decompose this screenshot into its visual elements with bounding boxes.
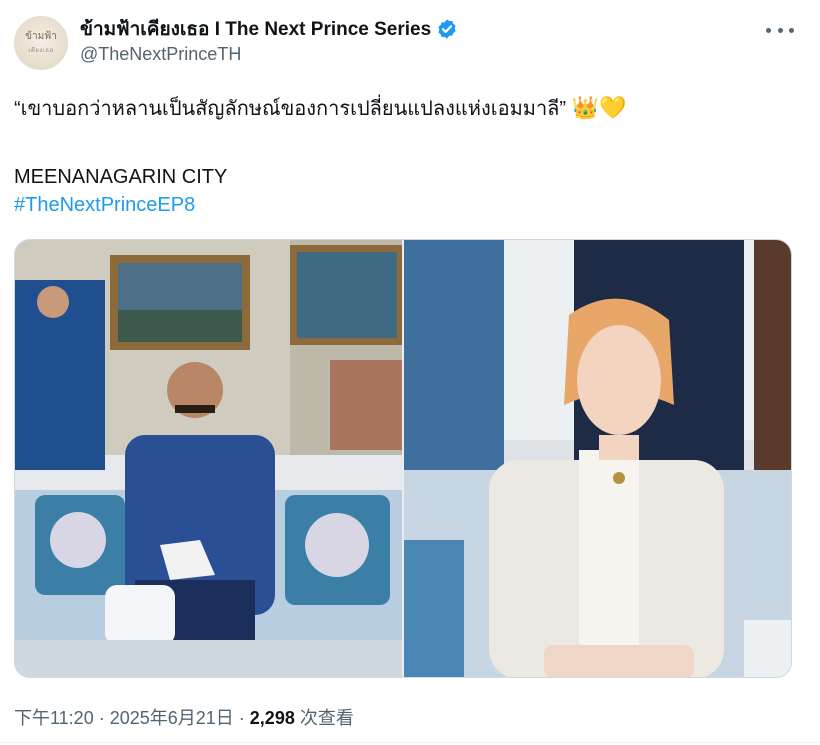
tweet-quote-line: “เขาบอกว่าหลานเป็นสัญลักษณ์ของการเปลี่ยน… [14, 94, 806, 123]
tweet-location-line: MEENANAGARIN CITY [14, 166, 228, 188]
meta-separator: · [233, 708, 250, 728]
views-label: 次查看 [294, 708, 354, 728]
tweet-metadata: 下午11:20 · 2025年6月21日 · 2,298 次查看 [14, 704, 354, 730]
more-dot [766, 27, 771, 33]
quote-text: “เขาบอกว่าหลานเป็นสัญลักษณ์ของการเปลี่ยน… [14, 98, 567, 120]
author-handle[interactable]: @TheNextPrinceTH [80, 44, 458, 65]
photo-right-illustration [404, 240, 791, 677]
author-names: ข้ามฟ้าเคียงเธอ I The Next Prince Series… [80, 16, 458, 65]
display-name-row: ข้ามฟ้าเคียงเธอ I The Next Prince Series [80, 16, 458, 42]
author-display-name[interactable]: ข้ามฟ้าเคียงเธอ I The Next Prince Series [80, 14, 431, 44]
tweet-text: “เขาบอกว่าหลานเป็นสัญลักษณ์ของการเปลี่ยน… [14, 94, 806, 219]
avatar-logo-subtext: เคียงเธอ [28, 48, 54, 54]
avatar-logo-text: ข้ามฟ้า [25, 31, 57, 42]
photo-left[interactable] [15, 240, 402, 677]
crown-heart-emoji: 👑💛 [571, 95, 627, 120]
more-options-icon[interactable] [766, 20, 794, 40]
photo-left-illustration [15, 240, 402, 677]
more-dot [789, 27, 794, 33]
more-dot [777, 27, 783, 33]
tweet-time[interactable]: 下午11:20 [14, 708, 94, 728]
views-count: 2,298 [249, 708, 295, 728]
author-avatar[interactable]: ข้ามฟ้า เคียงเธอ [14, 16, 68, 70]
tweet-media-grid [14, 239, 792, 678]
hashtag-link[interactable]: #TheNextPrinceEP8 [14, 191, 806, 219]
verified-badge-icon[interactable] [436, 18, 458, 40]
meta-separator: · [93, 708, 110, 728]
photo-right[interactable] [404, 240, 791, 677]
tweet-header: ข้ามฟ้า เคียงเธอ ข้ามฟ้าเคียงเธอ I The N… [14, 12, 806, 72]
bottom-divider [0, 742, 820, 743]
tweet-date[interactable]: 2025年6月21日 [110, 708, 234, 728]
